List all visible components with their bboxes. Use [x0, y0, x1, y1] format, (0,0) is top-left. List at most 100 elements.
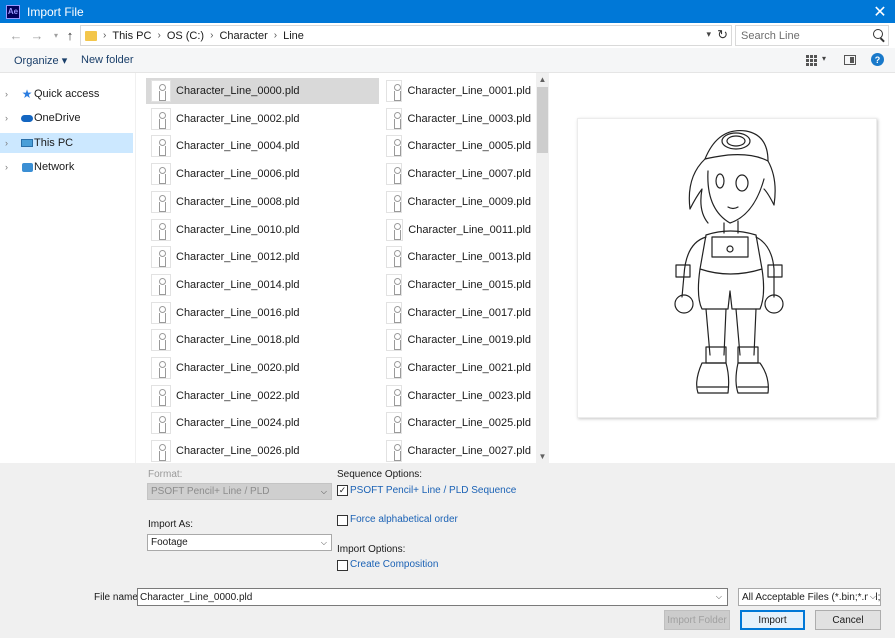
file-item[interactable]: Character_Line_0002.pld [146, 106, 379, 132]
file-name: Character_Line_0011.pld [408, 223, 531, 236]
file-name: Character_Line_0002.pld [176, 112, 300, 125]
format-select: PSOFT Pencil+ Line / PLD ⌵ [147, 483, 332, 500]
search-box[interactable] [735, 25, 889, 46]
file-item[interactable]: Character_Line_0007.pld [381, 161, 531, 187]
back-arrow-icon[interactable]: ← [8, 27, 24, 43]
cancel-button[interactable]: Cancel [815, 610, 881, 630]
file-item[interactable]: Character_Line_0018.pld [146, 327, 379, 353]
nav-item-label: Network [34, 161, 75, 173]
file-thumbnail-icon [386, 80, 403, 102]
file-thumbnail-icon [151, 357, 171, 379]
create-composition-label[interactable]: Create Composition [350, 559, 438, 570]
file-name: Character_Line_0017.pld [407, 306, 531, 319]
sequence-checkbox[interactable]: ✓ [337, 485, 348, 496]
file-item[interactable]: Character_Line_0001.pld [381, 78, 531, 104]
file-item[interactable]: Character_Line_0019.pld [381, 327, 531, 353]
pc-icon [20, 137, 34, 149]
change-view-icon[interactable] [806, 55, 817, 66]
file-thumbnail-icon [151, 163, 171, 186]
new-folder-button[interactable]: New folder [81, 54, 134, 66]
view-options-dropdown-icon[interactable]: ▾ [822, 54, 826, 63]
file-item[interactable]: Character_Line_0009.pld [381, 189, 531, 215]
preview-pane-icon[interactable] [844, 55, 856, 65]
expand-chevron-icon[interactable]: › [5, 89, 19, 99]
close-button[interactable]: ✕ [865, 0, 895, 23]
breadcrumb-character[interactable]: Character [219, 30, 267, 42]
file-item[interactable]: Character_Line_0021.pld [381, 355, 531, 381]
file-item[interactable]: Character_Line_0026.pld [146, 438, 379, 463]
file-item[interactable]: Character_Line_0025.pld [381, 410, 531, 436]
file-item[interactable]: Character_Line_0024.pld [146, 410, 379, 436]
sequence-checkbox-label[interactable]: PSOFT Pencil+ Line / PLD Sequence [350, 485, 516, 496]
file-item[interactable]: Character_Line_0017.pld [381, 300, 531, 326]
import-as-value: Footage [151, 537, 188, 548]
file-item[interactable]: Character_Line_0015.pld [381, 272, 531, 298]
import-folder-button[interactable]: Import Folder [664, 610, 730, 630]
organize-button[interactable]: Organize ▾ [14, 54, 67, 67]
file-item[interactable]: Character_Line_0006.pld [146, 161, 379, 187]
file-name: Character_Line_0019.pld [407, 334, 531, 347]
scroll-down-arrow-icon[interactable]: ▼ [536, 450, 549, 463]
address-dropdown-icon[interactable]: ▾ [706, 29, 711, 40]
nav-item-network[interactable]: › Network [0, 157, 133, 177]
file-item[interactable]: Character_Line_0010.pld [146, 217, 379, 243]
file-item[interactable]: Character_Line_0023.pld [381, 383, 531, 409]
breadcrumb-line[interactable]: Line [283, 30, 304, 42]
nav-item-quick-access[interactable]: › ★ Quick access [0, 84, 133, 104]
chevron-down-icon[interactable]: ⌵ [716, 592, 722, 602]
scroll-up-arrow-icon[interactable]: ▲ [536, 73, 549, 86]
expand-chevron-icon[interactable]: › [5, 113, 19, 123]
search-input[interactable] [741, 29, 866, 42]
file-name: Character_Line_0025.pld [407, 417, 531, 430]
file-item[interactable]: Character_Line_0000.pld [146, 78, 379, 104]
file-list-scrollbar[interactable]: ▲ ▼ [536, 73, 549, 463]
file-thumbnail-icon [151, 135, 171, 158]
up-arrow-icon[interactable]: ↑ [62, 27, 78, 43]
preview-image [577, 118, 877, 418]
expand-chevron-icon[interactable]: › [5, 138, 19, 148]
forward-arrow-icon[interactable]: → [29, 27, 45, 43]
address-bar[interactable]: › This PC › OS (C:) › Character › Line ▾… [80, 25, 732, 46]
file-item[interactable]: Character_Line_0011.pld [381, 217, 531, 243]
file-item[interactable]: Character_Line_0004.pld [146, 133, 379, 159]
nav-item-label: This PC [34, 137, 74, 149]
file-item[interactable]: Character_Line_0014.pld [146, 272, 379, 298]
address-row: ← → ▾ ↑ › This PC › OS (C:) › Character … [0, 23, 895, 48]
nav-item-onedrive[interactable]: › OneDrive [0, 108, 133, 128]
force-alphabetical-label[interactable]: Force alphabetical order [350, 514, 458, 525]
file-item[interactable]: Character_Line_0013.pld [381, 244, 531, 270]
file-item[interactable]: Character_Line_0005.pld [381, 133, 531, 159]
create-composition-checkbox[interactable] [337, 560, 348, 571]
nav-item-this-pc[interactable]: › This PC [0, 133, 133, 153]
import-button[interactable]: Import [740, 610, 805, 630]
import-as-select[interactable]: Footage ⌵ [147, 534, 332, 551]
file-thumbnail-icon [151, 301, 171, 324]
after-effects-icon: Ae [6, 4, 20, 19]
refresh-icon[interactable]: ↻ [717, 27, 728, 43]
help-icon[interactable]: ? [871, 53, 884, 66]
file-list: Character_Line_0000.pld Character_Line_00… [136, 73, 536, 463]
file-item[interactable]: Character_Line_0027.pld [381, 438, 531, 463]
file-name-input[interactable]: Character_Line_0000.pld ⌵ [137, 588, 728, 606]
scroll-thumb[interactable] [537, 87, 548, 153]
format-value: PSOFT Pencil+ Line / PLD [151, 486, 270, 497]
breadcrumb-this-pc[interactable]: This PC [112, 30, 151, 42]
file-type-value: All Acceptable Files (*.bin;*.mtl;* [742, 591, 881, 603]
breadcrumb-drive[interactable]: OS (C:) [167, 30, 204, 42]
file-name: Character_Line_0010.pld [176, 223, 300, 236]
file-item[interactable]: Character_Line_0022.pld [146, 383, 379, 409]
file-item[interactable]: Character_Line_0003.pld [381, 106, 531, 132]
file-name: Character_Line_0020.pld [176, 362, 300, 374]
navigation-pane: › ★ Quick access › OneDrive › This PC › … [0, 73, 136, 463]
expand-chevron-icon[interactable]: › [5, 162, 19, 172]
file-item[interactable]: Character_Line_0012.pld [146, 244, 379, 270]
file-item[interactable]: Character_Line_0016.pld [146, 300, 379, 326]
file-thumbnail-icon [386, 440, 403, 463]
file-name: Character_Line_0027.pld [407, 445, 531, 458]
file-type-select[interactable]: All Acceptable Files (*.bin;*.mtl;* ⌵ [738, 588, 881, 606]
import-options-area: Format: PSOFT Pencil+ Line / PLD ⌵ Impor… [0, 463, 895, 638]
file-item[interactable]: Character_Line_0020.pld [146, 355, 379, 381]
nav-item-label: OneDrive [34, 112, 81, 124]
force-alphabetical-checkbox[interactable] [337, 515, 348, 526]
file-item[interactable]: Character_Line_0008.pld [146, 189, 379, 215]
